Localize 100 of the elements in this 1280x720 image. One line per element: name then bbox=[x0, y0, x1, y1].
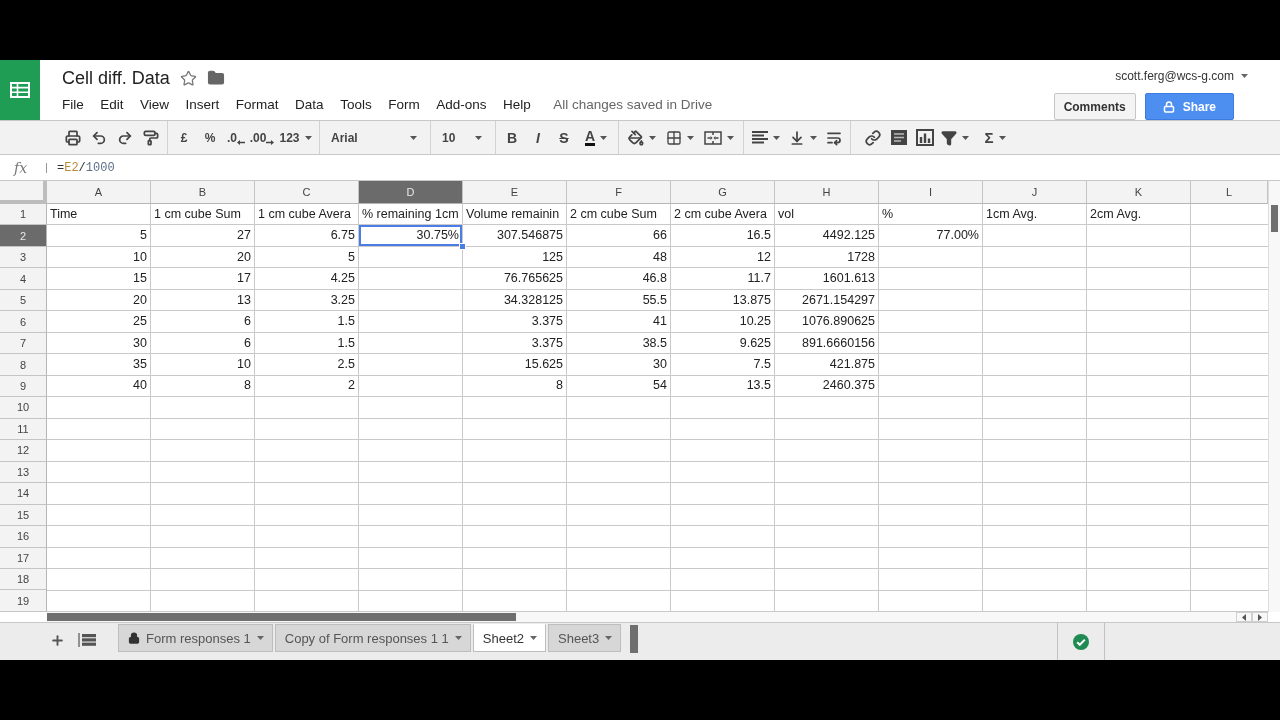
row-header[interactable]: 14 bbox=[0, 483, 47, 505]
table-cell-text: 11.7 bbox=[746, 270, 772, 288]
menu-item[interactable]: Data bbox=[295, 96, 324, 112]
table-cell-text: 46.8 bbox=[641, 270, 668, 288]
column-header[interactable]: K bbox=[1087, 181, 1191, 204]
bold-button[interactable]: B bbox=[499, 124, 525, 151]
row-header[interactable]: 4 bbox=[0, 268, 47, 290]
font-size-select[interactable]: 10 bbox=[434, 124, 492, 151]
printer-icon bbox=[65, 129, 81, 146]
table-cell-text: 20 bbox=[236, 248, 252, 266]
sheet-tab[interactable]: Copy of Form responses 1 1 bbox=[274, 624, 471, 652]
table-cell-text: 2 cm cube Sum bbox=[569, 205, 658, 223]
fill-handle[interactable] bbox=[459, 242, 466, 250]
row-header[interactable]: 2 bbox=[0, 225, 47, 247]
sheet-tab[interactable]: Form responses 1 bbox=[118, 624, 273, 652]
menu-item[interactable]: Form bbox=[388, 96, 420, 112]
column-header[interactable]: C bbox=[255, 181, 359, 204]
document-title[interactable]: Cell diff. Data bbox=[62, 66, 170, 90]
scrollbar-thumb[interactable] bbox=[1271, 205, 1278, 232]
row-header[interactable]: 5 bbox=[0, 289, 47, 312]
table-cell-text: 8 bbox=[555, 377, 564, 395]
menu-item[interactable]: Add-ons bbox=[436, 96, 487, 112]
column-header[interactable]: D bbox=[359, 181, 463, 204]
caret-icon bbox=[410, 135, 417, 140]
italic-button[interactable]: I bbox=[525, 124, 551, 151]
scroll-handle[interactable] bbox=[630, 625, 639, 653]
scroll-left-button[interactable] bbox=[1236, 612, 1252, 622]
caret-right-icon bbox=[1258, 613, 1262, 621]
font-select[interactable]: Arial bbox=[323, 124, 427, 151]
sheet-tab[interactable]: Sheet3 bbox=[548, 624, 622, 652]
table-cell-text: 2460.375 bbox=[821, 377, 876, 395]
plus-icon bbox=[49, 632, 65, 648]
table-cell-text: Volume remainin bbox=[465, 205, 561, 223]
row-header[interactable]: 15 bbox=[0, 504, 47, 527]
table-cell-text: 6 bbox=[243, 313, 252, 331]
table-cell-text: 55.5 bbox=[641, 291, 668, 309]
table-cell-text: 5 bbox=[139, 227, 148, 245]
borders-icon bbox=[666, 129, 682, 146]
column-header[interactable]: H bbox=[775, 181, 879, 204]
column-header[interactable]: J bbox=[983, 181, 1087, 204]
table-cell-text: 30 bbox=[132, 334, 148, 352]
table-cell-text: 34.328125 bbox=[502, 291, 564, 309]
increase-decimals-button[interactable]: .00 bbox=[249, 124, 275, 151]
account-menu[interactable]: scott.ferg@wcs-g.com bbox=[1115, 67, 1248, 84]
formula-input[interactable]: =E2/1000 bbox=[57, 156, 1280, 179]
row-header[interactable]: 1 bbox=[0, 204, 47, 226]
folder-icon[interactable] bbox=[206, 69, 225, 87]
menu-item[interactable]: Format bbox=[235, 96, 279, 112]
menu-item[interactable]: Help bbox=[502, 96, 531, 112]
number-format-button[interactable]: 123 bbox=[275, 124, 316, 151]
percent-button[interactable]: % bbox=[197, 124, 223, 151]
star-icon[interactable] bbox=[179, 69, 197, 87]
column-header[interactable]: A bbox=[47, 181, 151, 204]
table-cell-text: 307.546875 bbox=[495, 227, 564, 245]
column-header[interactable]: L bbox=[1191, 181, 1268, 204]
scrollbar-thumb[interactable] bbox=[47, 613, 516, 621]
comments-button[interactable]: Comments bbox=[1053, 93, 1136, 120]
caret-icon bbox=[727, 135, 734, 140]
caret-icon bbox=[304, 135, 312, 140]
text-color-button[interactable]: A bbox=[577, 124, 615, 151]
table-cell-text: 1.5 bbox=[336, 334, 356, 352]
row-header[interactable]: 7 bbox=[0, 332, 47, 355]
row-header[interactable]: 13 bbox=[0, 461, 47, 484]
caret-icon bbox=[687, 135, 694, 140]
sheet-tab[interactable]: Sheet2 bbox=[472, 624, 546, 652]
row-header[interactable]: 12 bbox=[0, 440, 47, 462]
table-cell-text: 35 bbox=[132, 356, 148, 373]
column-header[interactable]: E bbox=[463, 181, 567, 204]
row-header[interactable]: 8 bbox=[0, 354, 47, 376]
row-header[interactable]: 11 bbox=[0, 418, 47, 441]
column-header[interactable]: F bbox=[567, 181, 671, 204]
caret-icon bbox=[600, 135, 608, 140]
decrease-decimals-button[interactable]: .0 bbox=[223, 124, 249, 151]
strikethrough-button[interactable]: S bbox=[551, 124, 577, 151]
menu-item[interactable]: File bbox=[62, 96, 84, 112]
merge-cells-icon bbox=[704, 130, 722, 145]
sheet-logo-icon[interactable] bbox=[0, 60, 40, 120]
row-header[interactable]: 19 bbox=[0, 590, 47, 612]
functions-button[interactable]: Σ bbox=[977, 124, 1013, 151]
list-icon bbox=[78, 632, 98, 648]
currency-button[interactable]: £ bbox=[171, 124, 197, 151]
caret-icon bbox=[475, 135, 482, 140]
menu-item[interactable]: Tools bbox=[340, 96, 372, 112]
column-header[interactable]: I bbox=[879, 181, 983, 204]
row-header[interactable]: 3 bbox=[0, 246, 47, 269]
menu-item[interactable]: Edit bbox=[100, 96, 124, 112]
row-header[interactable]: 16 bbox=[0, 526, 47, 548]
scroll-right-button[interactable] bbox=[1252, 612, 1268, 622]
row-header[interactable]: 18 bbox=[0, 568, 47, 591]
row-header[interactable]: 6 bbox=[0, 311, 47, 333]
table-cell-text: 4492.125 bbox=[821, 227, 876, 245]
selected-cell: 30.75% bbox=[359, 225, 462, 246]
menu-item[interactable]: View bbox=[140, 96, 170, 112]
column-header[interactable]: B bbox=[151, 181, 255, 204]
redo-icon bbox=[117, 129, 133, 146]
column-header[interactable]: G bbox=[671, 181, 775, 204]
row-header[interactable]: 17 bbox=[0, 547, 47, 569]
table-cell-text: 76.765625 bbox=[502, 270, 564, 288]
menu-item[interactable]: Insert bbox=[185, 96, 220, 112]
row-header[interactable]: 9 bbox=[0, 375, 47, 398]
